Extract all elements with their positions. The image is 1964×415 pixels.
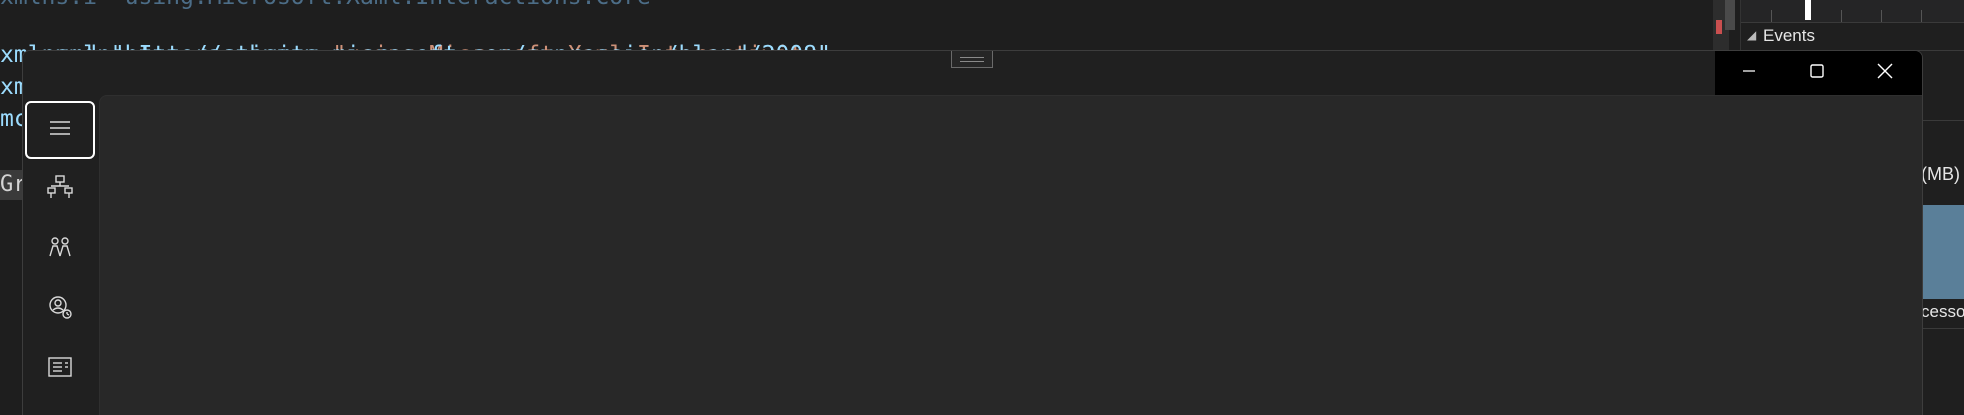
tick <box>1771 10 1772 22</box>
scroll-thumb[interactable] <box>1725 0 1735 30</box>
nav-item-list[interactable] <box>25 341 95 397</box>
hamburger-menu-icon <box>48 118 72 142</box>
tick <box>1921 10 1922 22</box>
nav-item-network[interactable] <box>25 161 95 217</box>
memory-axis-label: (MB) <box>1921 164 1960 184</box>
nav-toggle-button[interactable] <box>25 101 95 159</box>
drag-handle-icon[interactable] <box>951 51 993 68</box>
close-button[interactable] <box>1851 51 1919 95</box>
nav-item-people[interactable] <box>25 221 95 277</box>
code-line-2: xmlns:Interactivity="using:Microsoft.Xam… <box>0 10 830 68</box>
navigation-pane <box>23 95 99 415</box>
maximize-button[interactable] <box>1783 51 1851 95</box>
close-icon <box>1876 62 1894 84</box>
minimize-icon <box>1741 63 1757 83</box>
process-memory-bar <box>1921 205 1964 299</box>
network-topology-icon <box>47 174 73 204</box>
error-marker <box>1716 20 1722 34</box>
caption-buttons <box>1715 51 1922 95</box>
list-document-icon <box>47 354 73 384</box>
title-bar[interactable] <box>23 51 1922 95</box>
minimize-button[interactable] <box>1715 51 1783 95</box>
timeline-ruler[interactable] <box>1741 0 1964 23</box>
process-label: cesso <box>1921 302 1964 321</box>
tick <box>1841 10 1842 22</box>
nav-item-contacts[interactable] <box>25 281 95 337</box>
people-icon <box>47 234 73 264</box>
app-window <box>22 50 1923 415</box>
contact-sync-icon <box>47 294 73 324</box>
tick <box>1881 10 1882 22</box>
events-section-header[interactable]: Events <box>1763 24 1815 48</box>
maximize-icon <box>1809 63 1825 83</box>
timeline-cursor[interactable] <box>1805 0 1811 20</box>
expand-arrow-icon[interactable]: ◢ <box>1747 28 1756 42</box>
content-frame <box>99 95 1922 415</box>
